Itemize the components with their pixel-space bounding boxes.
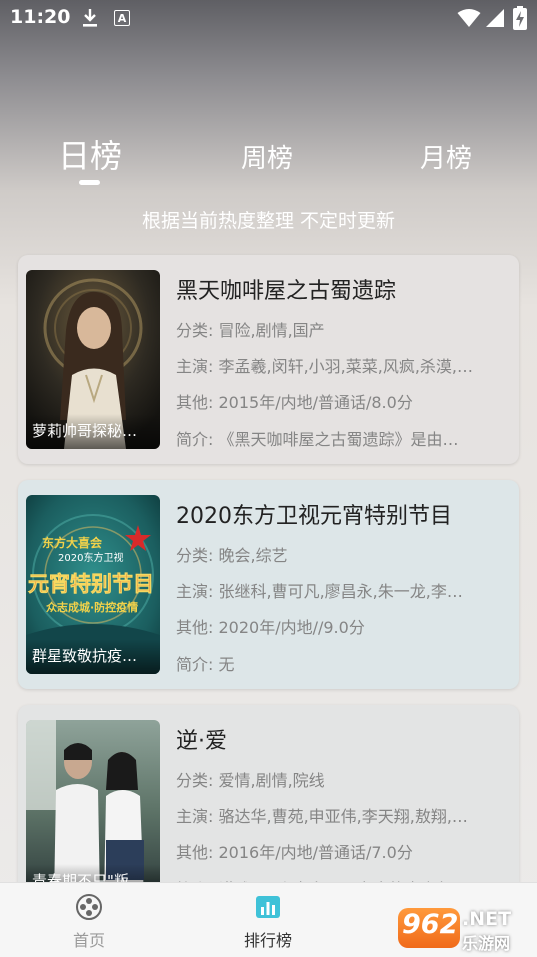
- tab-daily[interactable]: 日榜: [58, 131, 122, 177]
- nav-ranking-label: 排行榜: [243, 931, 292, 950]
- poster-image[interactable]: 萝莉帅哥探秘…: [26, 270, 160, 449]
- watermark-domain: .NET: [462, 908, 512, 930]
- item-cast: 主演: 骆达华,曹苑,申亚伟,李天翔,敖翔,…: [176, 807, 468, 826]
- item-category: 分类: 晚会,综艺: [176, 546, 288, 565]
- tab-weekly[interactable]: 周榜: [241, 138, 293, 175]
- item-other: 其他: 2015年/内地/普通话/8.0分: [176, 393, 413, 412]
- ranking-chart-icon: [256, 896, 280, 918]
- poster-image[interactable]: 青春期不只"叛…: [26, 720, 160, 899]
- tab-active-indicator: [79, 180, 100, 185]
- item-other: 其他: 2016年/内地/普通话/7.0分: [176, 843, 413, 862]
- battery-charging-icon: [513, 6, 527, 30]
- poster-text-top: 东方大喜会: [42, 535, 103, 550]
- item-category: 分类: 冒险,剧情,国产: [176, 321, 325, 340]
- poster-caption: 萝莉帅哥探秘…: [26, 414, 160, 449]
- status-time: 11:20: [10, 6, 71, 28]
- watermark-logo: 962 .NET 乐游网: [398, 906, 532, 953]
- film-reel-icon: [76, 894, 102, 920]
- poster-text-sub: 众志成城·防控疫情: [46, 600, 138, 614]
- item-title[interactable]: 2020东方卫视元宵特别节目: [176, 498, 452, 530]
- poster-text-main: 元宵特别节目: [28, 572, 154, 596]
- item-other: 其他: 2020年/内地//9.0分: [176, 618, 365, 637]
- poster-caption: 群星致敬抗疫…: [26, 639, 160, 674]
- watermark-number: 962: [402, 909, 459, 940]
- watermark-text: 乐游网: [462, 934, 511, 953]
- item-cast: 主演: 张继科,曹可凡,廖昌永,朱一龙,李…: [176, 582, 463, 601]
- ranking-tabs: 日榜 周榜 月榜: [0, 134, 537, 194]
- ranking-subtitle: 根据当前热度整理 不定时更新: [141, 210, 396, 232]
- item-title[interactable]: 逆·爱: [176, 723, 227, 755]
- wifi-icon: [457, 9, 481, 27]
- a-notification-icon: A: [114, 10, 130, 26]
- tab-monthly[interactable]: 月榜: [420, 138, 472, 175]
- nav-home-label: 首页: [72, 931, 105, 950]
- item-title[interactable]: 黑天咖啡屋之古蜀遗踪: [176, 273, 396, 305]
- item-cast: 主演: 李孟羲,闵轩,小羽,菜菜,风疯,杀漠,…: [176, 357, 473, 376]
- signal-icon: [486, 9, 504, 27]
- poster-image[interactable]: 东方大喜会 2020东方卫视 元宵特别节目 众志成城·防控疫情 群星致敬抗疫…: [26, 495, 160, 674]
- item-intro: 简介: 无: [176, 655, 235, 674]
- status-bar: 11:20 A: [0, 0, 537, 36]
- item-category: 分类: 爱情,剧情,院线: [176, 771, 325, 790]
- nav-home[interactable]: 首页: [44, 893, 134, 951]
- item-intro: 简介: 《黑天咖啡屋之古蜀遗踪》是由…: [176, 430, 459, 449]
- ranking-card[interactable]: 东方大喜会 2020东方卫视 元宵特别节目 众志成城·防控疫情 群星致敬抗疫… …: [18, 480, 519, 689]
- nav-ranking[interactable]: 排行榜: [223, 893, 313, 951]
- poster-text-mid: 2020东方卫视: [58, 551, 123, 564]
- download-icon: [83, 9, 97, 27]
- ranking-card[interactable]: 萝莉帅哥探秘… 黑天咖啡屋之古蜀遗踪 分类: 冒险,剧情,国产 主演: 李孟羲,…: [18, 255, 519, 464]
